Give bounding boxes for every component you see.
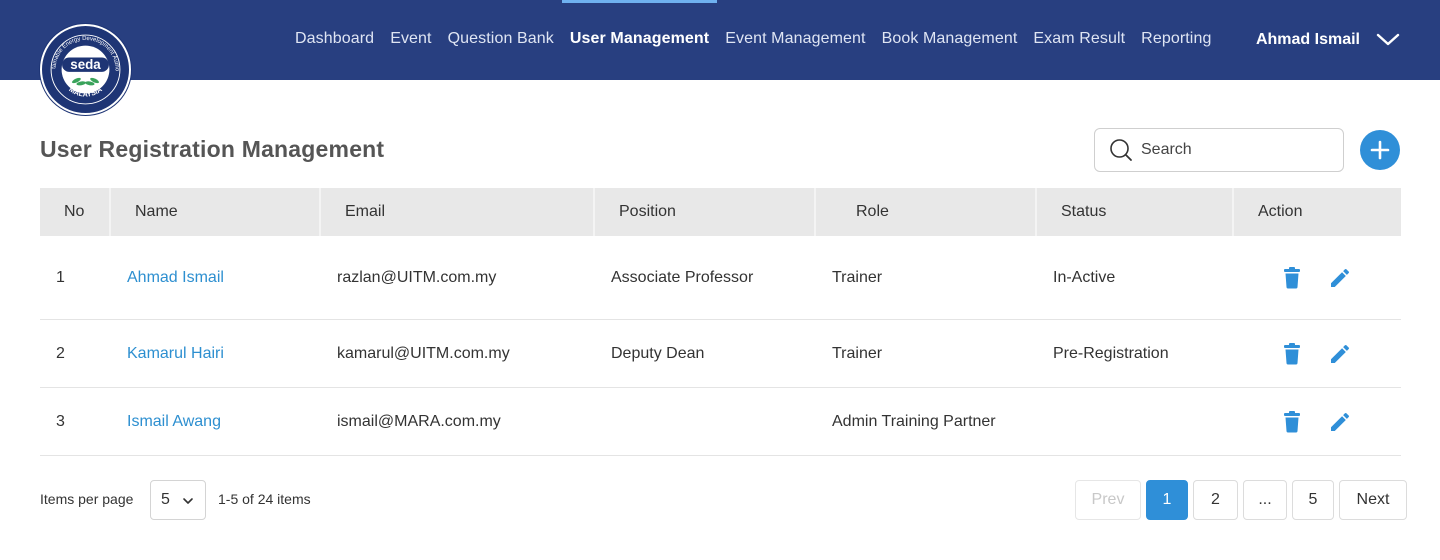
cell-status bbox=[1037, 388, 1234, 455]
nav-item-event[interactable]: Event bbox=[382, 0, 439, 80]
chevron-down-icon bbox=[183, 498, 193, 504]
column-header-action: Action bbox=[1258, 203, 1303, 220]
cell-status: Pre-Registration bbox=[1053, 344, 1169, 362]
trash-icon bbox=[1284, 266, 1300, 288]
row-actions bbox=[1234, 388, 1401, 455]
plus-icon bbox=[1370, 140, 1390, 160]
table-row: 1 Ahmad Ismail razlan@UITM.com.my Associ… bbox=[40, 236, 1401, 320]
cell-no: 2 bbox=[56, 344, 65, 362]
cell-position bbox=[595, 388, 816, 455]
add-user-button[interactable] bbox=[1360, 130, 1400, 170]
cell-role: Trainer bbox=[832, 268, 883, 286]
pagination: Prev 1 2 ... 5 Next bbox=[1075, 480, 1407, 520]
cell-role: Admin Training Partner bbox=[832, 412, 996, 430]
cell-email: kamarul@UITM.com.my bbox=[337, 344, 510, 362]
user-name-link[interactable]: Ahmad Ismail bbox=[111, 236, 321, 319]
cell-no: 1 bbox=[56, 268, 65, 286]
seda-logo[interactable]: Sustainable Energy Development Authority… bbox=[40, 24, 131, 115]
cell-email: razlan@UITM.com.my bbox=[337, 268, 497, 286]
next-page-button[interactable]: Next bbox=[1339, 480, 1407, 520]
edit-button[interactable] bbox=[1327, 265, 1353, 291]
nav-item-book-management[interactable]: Book Management bbox=[874, 0, 1026, 80]
search-icon bbox=[1110, 139, 1132, 161]
nav-item-exam-result[interactable]: Exam Result bbox=[1025, 0, 1133, 80]
trash-icon bbox=[1284, 410, 1300, 432]
table-row: 3 Ismail Awang ismail@MARA.com.my Admin … bbox=[40, 388, 1401, 456]
pencil-icon bbox=[1331, 268, 1350, 287]
items-per-page-select[interactable]: 5 bbox=[150, 480, 206, 520]
column-header-email: Email bbox=[321, 188, 595, 236]
edit-button[interactable] bbox=[1327, 341, 1353, 367]
cell-status: In-Active bbox=[1053, 268, 1116, 286]
search-input[interactable] bbox=[1141, 141, 1331, 159]
user-name-link[interactable]: Kamarul Hairi bbox=[111, 320, 321, 387]
column-header-no: No bbox=[40, 188, 111, 236]
cell-email: ismail@MARA.com.my bbox=[337, 412, 501, 430]
nav-item-dashboard[interactable]: Dashboard bbox=[287, 0, 382, 80]
logo-brand-text: seda bbox=[70, 57, 101, 72]
page-button-1[interactable]: 1 bbox=[1146, 480, 1188, 520]
table-row: 2 Kamarul Hairi kamarul@UITM.com.my Depu… bbox=[40, 320, 1401, 388]
page-button-2[interactable]: 2 bbox=[1193, 480, 1238, 520]
page-title: User Registration Management bbox=[40, 136, 385, 162]
edit-button[interactable] bbox=[1327, 409, 1353, 435]
prev-page-button[interactable]: Prev bbox=[1075, 480, 1141, 520]
nav-item-user-management[interactable]: User Management bbox=[561, 0, 718, 80]
user-name: Ahmad Ismail bbox=[1255, 31, 1360, 48]
column-header-status: Status bbox=[1037, 188, 1234, 236]
chevron-down-icon[interactable] bbox=[1376, 28, 1400, 52]
user-menu[interactable]: Ahmad Ismail bbox=[1256, 0, 1400, 80]
nav-item-reporting[interactable]: Reporting bbox=[1133, 0, 1219, 80]
nav-item-event-management[interactable]: Event Management bbox=[717, 0, 873, 80]
seda-logo-emblem: Sustainable Energy Development Authority… bbox=[42, 26, 127, 111]
cell-no: 3 bbox=[56, 412, 65, 430]
column-header-position: Position bbox=[595, 188, 816, 236]
cell-role: Trainer bbox=[832, 344, 883, 362]
main-nav: Dashboard Event Question Bank User Manag… bbox=[287, 0, 1219, 80]
cell-position: Associate Professor bbox=[611, 268, 754, 286]
column-header-role: Role bbox=[816, 188, 1037, 236]
nav-item-question-bank[interactable]: Question Bank bbox=[440, 0, 562, 80]
pencil-icon bbox=[1331, 412, 1350, 431]
user-name-link[interactable]: Ismail Awang bbox=[111, 388, 321, 455]
page-ellipsis: ... bbox=[1243, 480, 1287, 520]
table-header: No Name Email Position Role Status Actio… bbox=[40, 188, 1401, 236]
row-actions bbox=[1234, 320, 1401, 387]
top-navigation-bar: Dashboard Event Question Bank User Manag… bbox=[0, 0, 1440, 80]
items-range-text: 1-5 of 24 items bbox=[218, 491, 311, 507]
items-per-page-value: 5 bbox=[161, 491, 170, 508]
pencil-icon bbox=[1331, 344, 1350, 363]
delete-button[interactable] bbox=[1279, 341, 1305, 367]
delete-button[interactable] bbox=[1279, 265, 1305, 291]
column-header-name: Name bbox=[111, 188, 321, 236]
delete-button[interactable] bbox=[1279, 409, 1305, 435]
items-per-page-label: Items per page bbox=[40, 491, 134, 507]
row-actions bbox=[1234, 236, 1401, 319]
search-box[interactable] bbox=[1094, 128, 1344, 172]
trash-icon bbox=[1284, 342, 1300, 364]
user-table: No Name Email Position Role Status Actio… bbox=[40, 188, 1401, 456]
cell-position: Deputy Dean bbox=[611, 344, 705, 362]
page-button-5[interactable]: 5 bbox=[1292, 480, 1334, 520]
